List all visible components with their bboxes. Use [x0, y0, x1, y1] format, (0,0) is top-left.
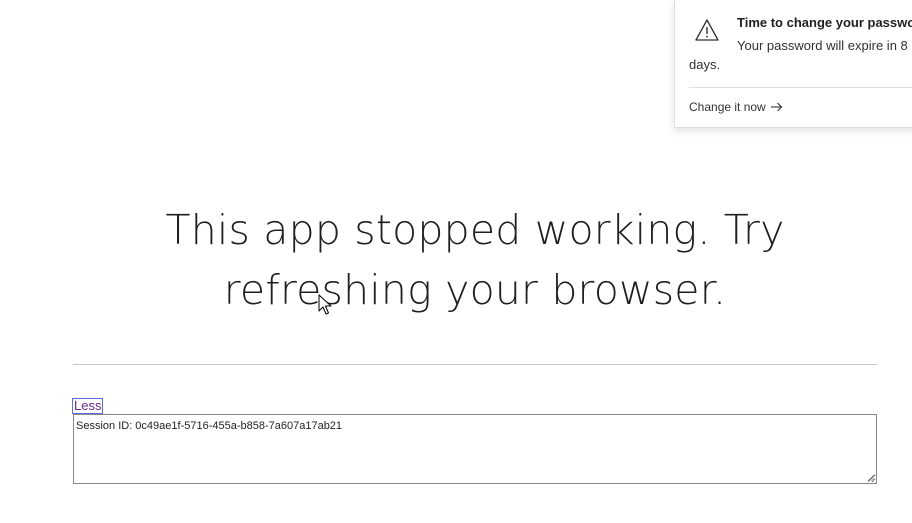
change-password-link[interactable]: Change it now: [689, 100, 783, 114]
arrow-right-icon: [770, 102, 782, 112]
change-password-label: Change it now: [689, 100, 766, 114]
session-details-textarea[interactable]: Session ID: 0c49ae1f-5716-455a-b858-7a60…: [73, 414, 877, 484]
less-toggle-link[interactable]: Less: [71, 398, 104, 414]
mouse-pointer-icon: [318, 294, 332, 315]
notification-divider: [689, 87, 912, 88]
password-expiry-notification: Time to change your password Your passwo…: [674, 0, 912, 128]
error-message: This app stopped working. Try refreshing…: [165, 206, 785, 314]
resize-grip-icon[interactable]: [867, 474, 875, 482]
error-page: Time to change your password Your passwo…: [0, 0, 912, 523]
section-divider: [73, 364, 877, 365]
session-id-text: Session ID: 0c49ae1f-5716-455a-b858-7a60…: [76, 420, 343, 432]
notification-body: Your password will expire in 8 days.: [689, 38, 908, 72]
notification-title: Time to change your password: [737, 15, 912, 30]
